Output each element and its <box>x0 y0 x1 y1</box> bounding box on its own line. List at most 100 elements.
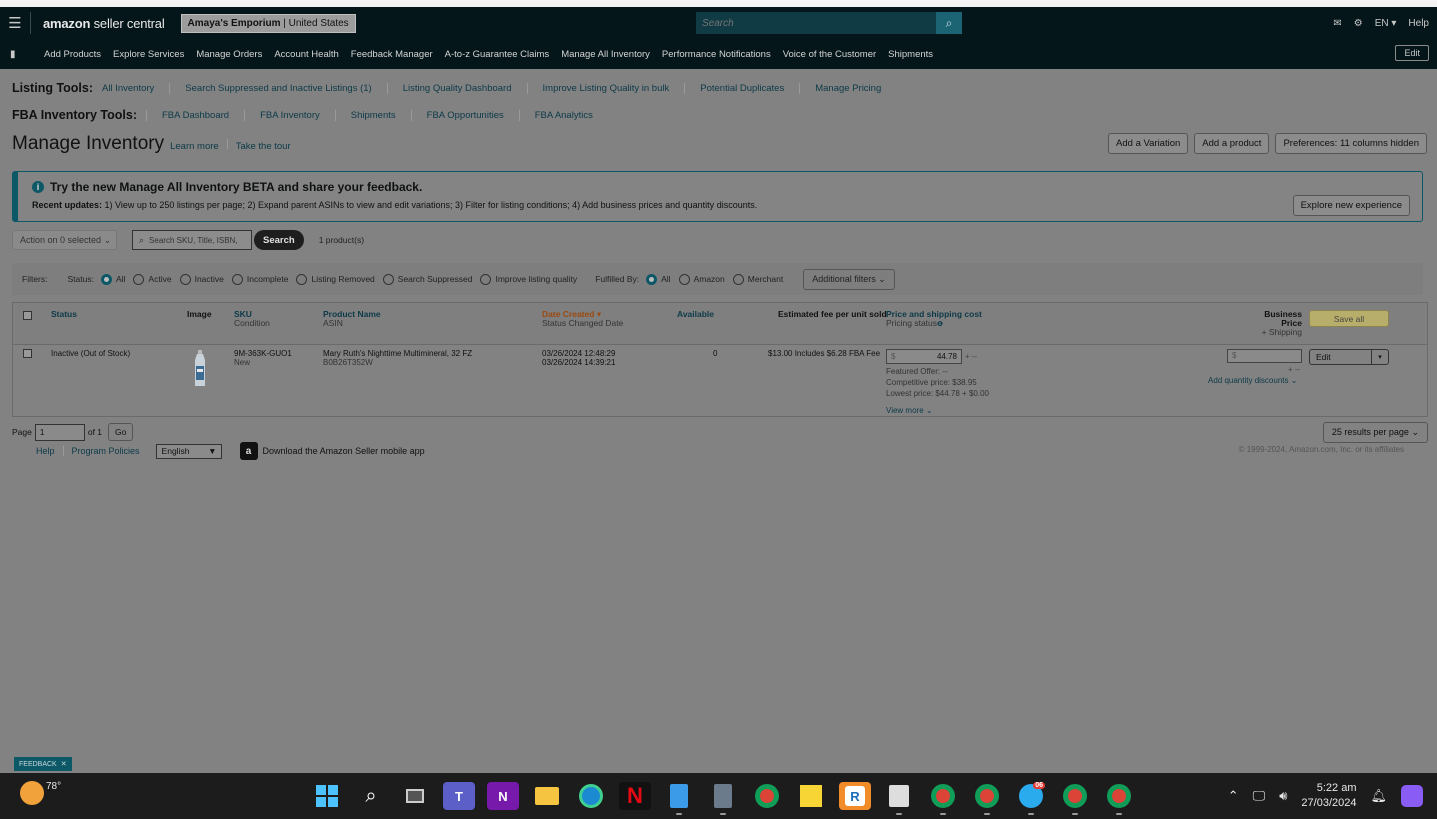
chrome-profile-2-icon[interactable] <box>971 782 1003 815</box>
bulk-action-dropdown[interactable]: Action on 0 selected ⌄ <box>12 230 117 250</box>
fulfilled-option-merchant[interactable]: Merchant <box>732 273 783 285</box>
search-icon[interactable]: ⌕ <box>355 782 387 810</box>
row-edit-button[interactable]: Edit ▾ <box>1309 349 1389 365</box>
chrome-profile-3-icon[interactable] <box>1059 782 1091 815</box>
nav-item-manage-all-inventory[interactable]: Manage All Inventory <box>561 49 650 60</box>
status-option-active[interactable]: Active <box>133 273 172 285</box>
teams-icon[interactable]: T <box>443 782 475 810</box>
add-product-button[interactable]: Add a product <box>1194 133 1270 154</box>
nav-item-performance-notifications[interactable]: Performance Notifications <box>662 49 771 60</box>
header-search-input[interactable] <box>696 12 936 34</box>
row-product-name[interactable]: Mary Ruth's Nighttime Multimineral, 32 F… <box>323 349 472 358</box>
product-image[interactable] <box>193 350 207 388</box>
amazon-seller-central-logo[interactable]: amazon seller central <box>43 16 165 31</box>
additional-filters-button[interactable]: Additional filters ⌄ <box>803 268 895 290</box>
add-variation-button[interactable]: Add a Variation <box>1108 133 1189 154</box>
link-fba-dashboard[interactable]: FBA Dashboard <box>146 109 244 121</box>
nav-item-explore-services[interactable]: Explore Services <box>113 49 184 60</box>
status-option-inactive[interactable]: Inactive <box>179 273 224 285</box>
status-option-incomplete[interactable]: Incomplete <box>231 273 288 285</box>
notification-bell-icon[interactable]: 🔔︎ <box>1370 788 1387 804</box>
price-input[interactable]: $44.78 <box>886 349 962 364</box>
netflix-icon[interactable]: N <box>619 782 651 810</box>
sticky-notes-icon[interactable] <box>795 782 827 810</box>
status-option-listing-removed[interactable]: Listing Removed <box>296 273 375 285</box>
hamburger-menu-icon[interactable]: ☰ <box>0 14 30 32</box>
network-icon[interactable]: 🖵 <box>1253 788 1266 804</box>
page-number-input[interactable]: 1 <box>34 423 85 441</box>
language-selector[interactable]: EN ▾ <box>1375 18 1397 29</box>
weather-widget[interactable]: 78° <box>20 781 61 805</box>
bookmark-icon[interactable]: ▮ <box>10 49 44 60</box>
nav-item-manage-orders[interactable]: Manage Orders <box>196 49 262 60</box>
chrome-profile-1-icon[interactable] <box>927 782 959 815</box>
header-available[interactable]: Available <box>677 310 714 319</box>
link-fba-inventory[interactable]: FBA Inventory <box>244 109 335 121</box>
nav-item-shipments[interactable]: Shipments <box>888 49 933 60</box>
telegram-icon[interactable]: 06 <box>1015 782 1047 815</box>
header-date-created[interactable]: Date Created ▾ Status Changed Date <box>542 310 623 328</box>
link-fba-opportunities[interactable]: FBA Opportunities <box>410 109 519 121</box>
nav-item-voice-of-customer[interactable]: Voice of the Customer <box>783 49 876 60</box>
save-all-button[interactable]: Save all <box>1309 310 1389 327</box>
fulfilled-option-all[interactable]: All <box>646 273 671 285</box>
status-option-all[interactable]: All <box>100 273 125 285</box>
help-link[interactable]: Help <box>1408 18 1429 29</box>
search-button[interactable]: Search <box>254 230 304 250</box>
download-app-link[interactable]: Download the Amazon Seller mobile app <box>263 446 425 456</box>
status-option-improve-quality[interactable]: Improve listing quality <box>480 273 577 285</box>
chevron-down-icon[interactable]: ▾ <box>1371 350 1388 364</box>
business-price-input[interactable]: $ <box>1227 349 1302 363</box>
task-view-icon[interactable] <box>399 782 431 810</box>
search-icon[interactable]: ⌕ <box>936 12 962 34</box>
row-checkbox[interactable] <box>23 349 32 358</box>
language-dropdown[interactable]: English ▼ <box>155 443 222 459</box>
learn-more-link[interactable]: Learn more <box>170 141 219 152</box>
volume-icon[interactable]: 🔊︎ <box>1279 788 1287 804</box>
results-per-page-dropdown[interactable]: 25 results per page ⌄ <box>1322 422 1428 443</box>
header-price[interactable]: Price and shipping cost Pricing status❶ <box>886 310 982 329</box>
header-product-name[interactable]: Product Name ASIN <box>323 310 381 328</box>
amazon-app-icon[interactable]: a <box>239 442 258 460</box>
calculator-icon[interactable] <box>707 782 739 815</box>
link-suppressed-listings[interactable]: Search Suppressed and Inactive Listings … <box>169 82 386 94</box>
link-improve-listing-quality[interactable]: Improve Listing Quality in bulk <box>526 82 685 94</box>
r-app-icon[interactable]: R <box>839 782 871 810</box>
nav-item-feedback-manager[interactable]: Feedback Manager <box>351 49 433 60</box>
edge-icon[interactable] <box>575 782 607 810</box>
fulfilled-option-amazon[interactable]: Amazon <box>678 273 725 285</box>
explore-new-experience-button[interactable]: Explore new experience <box>1292 195 1410 216</box>
notepad-icon[interactable] <box>663 782 695 815</box>
add-quantity-discounts-link[interactable]: Add quantity discounts ⌄ <box>1208 376 1297 385</box>
inventory-search-field[interactable]: ⌕ Search SKU, Title, ISBN, <box>132 230 252 250</box>
link-potential-duplicates[interactable]: Potential Duplicates <box>684 82 799 94</box>
link-fba-shipments[interactable]: Shipments <box>334 109 411 121</box>
nav-item-account-health[interactable]: Account Health <box>274 49 338 60</box>
footer-help-link[interactable]: Help <box>36 446 64 456</box>
go-button[interactable]: Go <box>108 423 134 441</box>
nav-edit-button[interactable]: Edit <box>1395 45 1429 61</box>
copilot-icon[interactable] <box>1401 785 1423 807</box>
onenote-icon[interactable]: N <box>487 782 519 810</box>
nav-item-add-products[interactable]: Add Products <box>44 49 101 60</box>
take-tour-link[interactable]: Take the tour <box>236 141 291 152</box>
chevron-up-icon[interactable]: ⌃ <box>1228 788 1239 804</box>
snipping-tool-icon[interactable] <box>883 782 915 815</box>
store-switcher[interactable]: Amaya's Emporium | United States <box>180 13 356 33</box>
link-manage-pricing[interactable]: Manage Pricing <box>799 82 896 94</box>
header-sku[interactable]: SKU Condition <box>234 310 270 328</box>
nav-item-a-to-z-claims[interactable]: A-to-z Guarantee Claims <box>445 49 550 60</box>
preferences-button[interactable]: Preferences: 11 columns hidden <box>1275 133 1427 154</box>
chrome-profile-4-icon[interactable] <box>1103 782 1135 815</box>
windows-start-icon[interactable] <box>311 782 343 810</box>
file-explorer-icon[interactable] <box>531 782 563 810</box>
select-all-checkbox[interactable] <box>23 311 32 320</box>
chrome-icon[interactable] <box>751 782 783 810</box>
status-option-search-suppressed[interactable]: Search Suppressed <box>382 273 472 285</box>
gear-icon[interactable]: ⚙ <box>1354 18 1363 29</box>
mail-icon[interactable]: ✉ <box>1333 18 1341 29</box>
link-fba-analytics[interactable]: FBA Analytics <box>518 109 608 121</box>
clock[interactable]: 5:22 am 27/03/2024 <box>1301 781 1356 811</box>
close-icon[interactable]: ✕ <box>61 760 67 768</box>
view-more-link[interactable]: View more ⌄ <box>886 406 933 415</box>
